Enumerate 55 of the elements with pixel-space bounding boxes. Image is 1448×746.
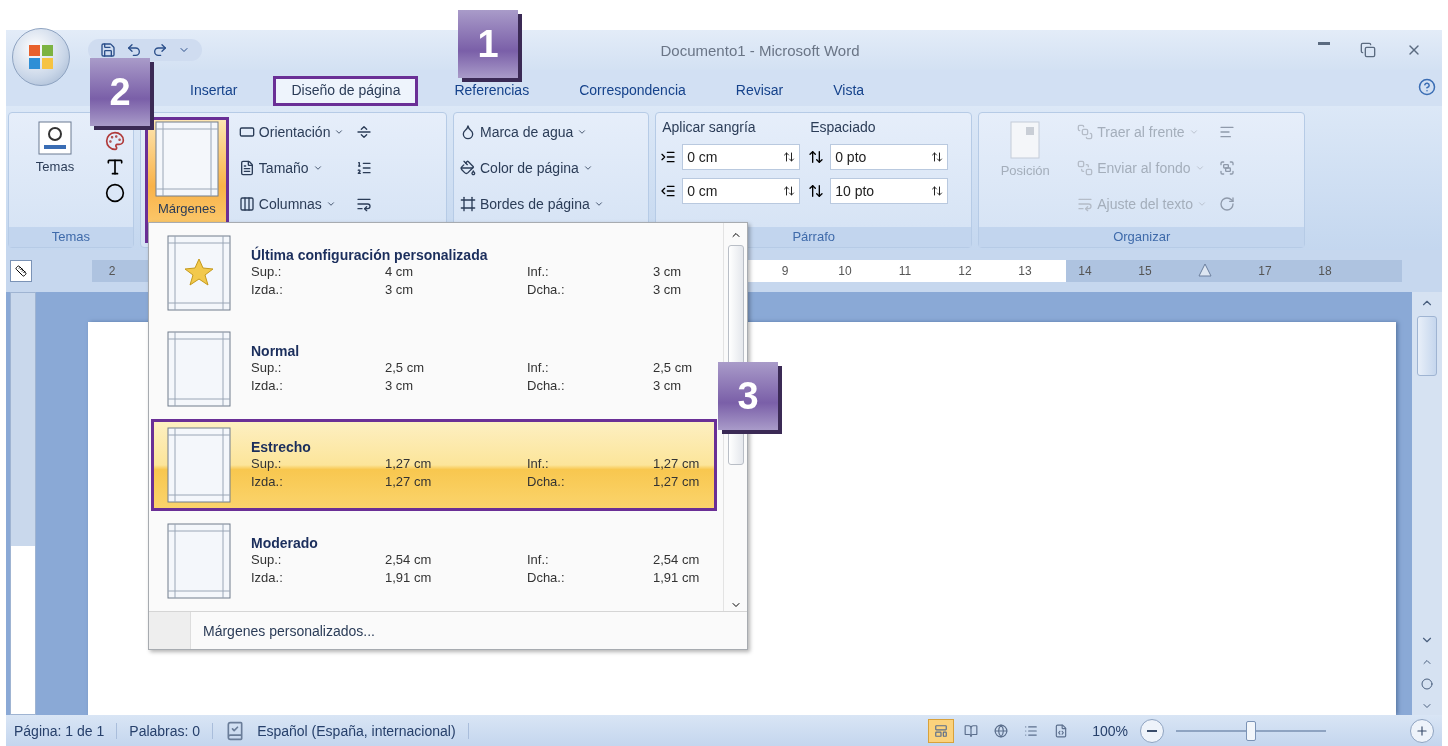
ruler-number: 17: [1257, 264, 1273, 278]
margin-value: 3 cm: [385, 281, 415, 299]
margin-label: Izda.:: [251, 377, 284, 395]
option-name: Moderado: [251, 535, 319, 551]
margin-value: 3 cm: [653, 281, 683, 299]
language-status: Español (España, internacional): [257, 722, 469, 739]
margin-label: Sup.:: [251, 455, 283, 473]
margin-label: Inf.:: [527, 551, 550, 569]
margin-value: 1,27 cm: [653, 473, 701, 491]
zoom-level: 100%: [1092, 722, 1128, 739]
margin-value: 4 cm: [385, 263, 415, 281]
window-title: Documento1 - Microsoft Word: [660, 41, 860, 59]
margin-label: Sup.:: [251, 359, 283, 377]
margin-label: Sup.:: [251, 551, 283, 569]
ruler-number: 15: [1137, 264, 1153, 278]
margin-value: 3 cm: [653, 377, 683, 395]
margin-label: Dcha.:: [527, 473, 566, 491]
margin-label: Dcha.:: [527, 377, 566, 395]
margin-value: 2,54 cm: [385, 551, 433, 569]
margin-value: 1,91 cm: [653, 569, 701, 587]
ruler-number: 11: [897, 264, 913, 278]
ruler-number: 14: [1077, 264, 1093, 278]
group-heading: Aplicar sangría: [661, 118, 757, 137]
margin-value: 1,27 cm: [385, 473, 433, 491]
margin-value: 1,27 cm: [385, 455, 433, 473]
word-count: Palabras: 0: [129, 722, 214, 739]
margin-label: Dcha.:: [527, 281, 566, 299]
page-count: Página: 1 de 1: [14, 722, 118, 739]
group-label: Organizar: [979, 227, 1305, 247]
margin-value: 3 cm: [385, 377, 415, 395]
margin-value: 2,5 cm: [653, 359, 693, 377]
margin-value: 2,54 cm: [653, 551, 701, 569]
margin-value: 1,27 cm: [653, 455, 701, 473]
ruler-number: 2: [107, 264, 117, 278]
option-name: Última configuración personalizada: [251, 247, 489, 263]
margin-label: Inf.:: [527, 455, 550, 473]
ruler-number: 18: [1317, 264, 1333, 278]
option-name: Normal: [251, 343, 301, 359]
ruler-number: 9: [780, 264, 790, 278]
margin-label: Sup.:: [251, 263, 283, 281]
margin-label: Izda.:: [251, 569, 284, 587]
margin-label: Inf.:: [527, 359, 550, 377]
ruler-number: 13: [1017, 264, 1033, 278]
margin-label: Inf.:: [527, 263, 550, 281]
group-label: Temas: [9, 227, 133, 247]
ruler-number: 12: [957, 264, 973, 278]
option-name: Estrecho: [251, 439, 312, 455]
margin-value: 3 cm: [653, 263, 683, 281]
margin-label: Izda.:: [251, 281, 284, 299]
ruler-number: 10: [837, 264, 853, 278]
group-heading: Espaciado: [809, 118, 877, 137]
margin-value: 2,5 cm: [385, 359, 425, 377]
margin-label: Izda.:: [251, 473, 284, 491]
margin-value: 1,91 cm: [385, 569, 433, 587]
margin-label: Dcha.:: [527, 569, 566, 587]
